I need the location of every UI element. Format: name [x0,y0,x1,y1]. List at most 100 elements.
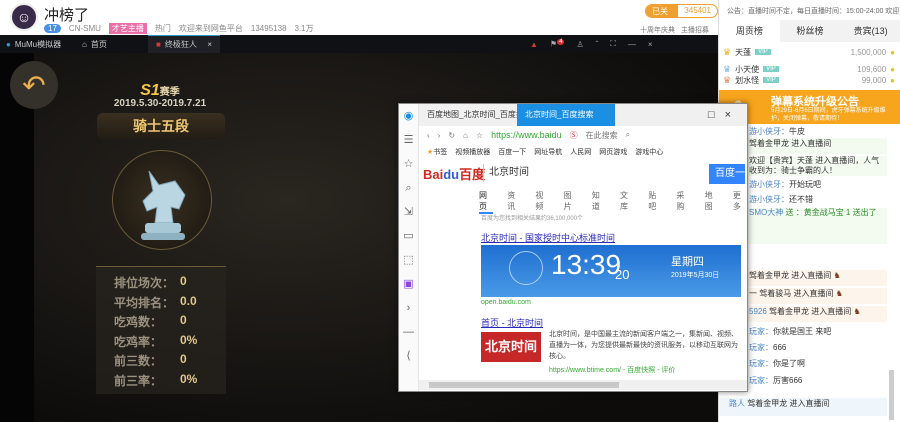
browser-tab-active[interactable]: 北京时间_百度搜索 [517,104,615,126]
chat-user: 一 [749,289,757,298]
season-suffix: 赛季 [159,87,180,98]
bookmark[interactable]: 百度一下 [498,147,526,157]
close-icon[interactable]: × [648,40,653,49]
stream-title: 冲榜了 [44,7,90,24]
bookmark[interactable]: 人民网 [570,147,591,157]
star-icon[interactable]: ☆ [476,131,483,140]
browser-tab[interactable]: 百度地图_北京时间_百度搜索 [419,104,517,126]
back-arrow-icon[interactable]: ↶ [10,61,58,109]
translate-icon[interactable]: ▣ [399,272,418,296]
notice-bar[interactable]: 公告：直播时间不定，每日直播时间：15:00-24:00 欢迎... [719,0,900,20]
stat-row: 平均排名： 0.0 [114,294,226,314]
pin-icon[interactable]: ˆ [596,40,599,49]
tab-home[interactable]: ⌂ 首页 [82,35,107,53]
chat-user[interactable]: 游小侠牙： [749,127,789,136]
chat-user[interactable]: 游小侠牙： [749,195,789,204]
bookmark[interactable]: 网址导航 [534,147,562,157]
chat-user[interactable]: 玩家： [749,376,773,385]
forward-icon[interactable]: › [438,131,441,140]
search-shortcut[interactable]: 在此搜索 [586,130,618,141]
nav-tab[interactable]: 贴吧 [648,190,662,214]
nav-tab[interactable]: 网页 [479,190,494,214]
chat-user[interactable]: 玩家： [749,359,773,368]
tab-label: 终极狂人 [164,40,197,49]
bookmark[interactable]: 游戏中心 [635,147,663,157]
nav-tab[interactable]: 知道 [592,190,606,214]
nav-tab[interactable]: 更多 [733,190,747,214]
refresh-icon[interactable]: ↻ [448,131,455,140]
chat-user[interactable]: 游小侠牙： [749,180,789,189]
result-title[interactable]: 北京时间 - 国家授时中心标准时间 [481,231,615,244]
link[interactable]: 十周年庆典 [640,27,675,34]
maximize-icon[interactable]: ⛶ [610,39,616,49]
result-source[interactable]: open.baidu.com [481,299,531,306]
scrollbar-thumb[interactable] [429,382,619,388]
stream-header: ☺ 冲榜了 17 CN-SMU 才艺主播 热门 欢迎来到网鱼平台 1349513… [0,0,718,35]
chat-user[interactable]: SMO大神 [749,208,783,217]
chat-scrollbar[interactable] [889,370,894,420]
expand-icon[interactable]: › [399,296,418,320]
tab-fans[interactable]: 粉丝榜 [779,20,841,42]
chat-user[interactable]: 玩家： [749,343,773,352]
streamer-avatar[interactable]: ☺ [10,3,38,31]
bookmark[interactable]: 视频播放器 [455,147,490,157]
bookmark[interactable]: ★书签 [427,147,447,157]
horse-icon: ♞ [835,289,843,298]
follow-button[interactable]: 已关注 345401 [645,4,718,18]
link[interactable]: 主播招募 [681,27,709,34]
back-icon[interactable]: ‹ [427,131,430,140]
chat-user[interactable]: 玩家： [749,327,773,336]
screen-icon[interactable]: ▭ [399,224,418,248]
category[interactable]: CN-SMU [69,24,101,33]
meta-item[interactable]: 欢迎来到网鱼平台 [179,23,243,34]
baidu-logo[interactable]: Baidu百度 [423,164,485,183]
ranking-row[interactable]: ♛ 天蓬 VIP 1,500,000 ● [723,44,895,60]
collapse-icon[interactable]: ⟨ [399,344,418,368]
search-input[interactable]: 北京时间 [483,164,663,182]
chat-user[interactable]: 路人 [729,399,745,408]
result-count: 百度为您找到相关结果约36,100,000个 [481,216,584,222]
result-title[interactable]: 首页 - 北京时间 [481,316,543,329]
horizontal-scrollbar[interactable] [419,380,747,390]
tab-weekly[interactable]: 周贡榜 [719,20,780,42]
fan-badge: VIP [755,49,771,55]
minimize-icon[interactable]: — [628,40,636,49]
home-icon[interactable]: ⌂ [463,131,468,140]
nav-tab[interactable]: 图片 [564,190,578,214]
flag-icon[interactable]: ⚑ 4 [550,39,565,49]
url-field[interactable]: https://www.baidu [491,130,562,140]
ranking-row[interactable]: ♛ 划水怪 VIP 99,000 ● [723,72,895,88]
nav-tab[interactable]: 文库 [620,190,634,214]
notification-badge: 4 [557,39,565,46]
user-icon[interactable]: ♙ [576,40,583,49]
nav-tab[interactable]: 资讯 [507,190,521,214]
download-icon[interactable]: ⇲ [399,200,418,224]
nav-tab[interactable]: 视频 [535,190,549,214]
chat-user[interactable]: 5926 [749,307,767,316]
btime-logo[interactable]: 北京时间 [481,332,541,362]
search-icon[interactable]: ⌕ [626,130,630,140]
stat-row: 排位场次： 0 [114,274,226,294]
star-icon[interactable]: ☆ [399,152,418,176]
close-icon[interactable]: × [207,40,212,49]
chat-message: 路人 驾着金甲龙 进入直播间 [719,398,887,416]
screenshot-icon[interactable]: ⬚ [399,248,418,272]
window-controls[interactable]: □× [708,109,747,121]
nav-tab[interactable]: 地图 [705,190,719,214]
meta-item[interactable]: 热门 [155,23,171,34]
search-icon[interactable]: ⌕ [399,176,418,200]
nav-tab[interactable]: 采购 [676,190,690,214]
minus-icon[interactable]: — [399,320,418,344]
bookmark-icon[interactable]: ☰ [399,128,418,152]
follow-label[interactable]: 已关注 [646,5,679,17]
result-desc: 北京时间，是中国最主流的新闻客户端之一，集新闻、视频、直播为一体，为您提供最新最… [549,331,738,360]
tab-game[interactable]: ■ 终极狂人 × [148,35,220,53]
bookmark[interactable]: 网页游戏 [599,147,627,157]
stat-value: 0% [180,371,198,386]
stat-row: 吃鸡率： 0% [114,333,226,353]
search-button[interactable]: 百度一下 [709,164,745,199]
tab-vip[interactable]: 贵宾(13) [840,20,900,42]
result-source[interactable]: https://www.btime.com/ - 百度快照 - 评价 [549,365,675,375]
stat-row: 吃鸡数： 0 [114,313,226,333]
alert-icon[interactable]: ▲ [530,40,538,49]
